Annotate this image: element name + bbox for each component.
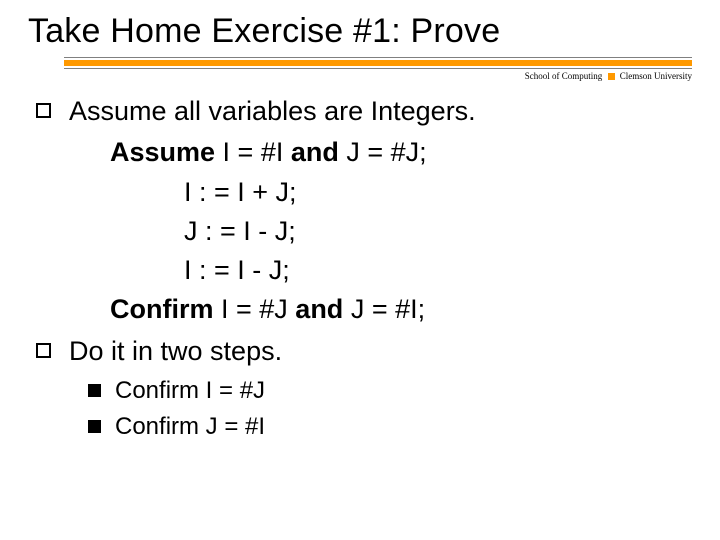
kw-assume: Assume: [110, 137, 215, 167]
code-line: Assume I = #I and J = #J;: [110, 133, 692, 172]
list-item: Confirm I = #J: [88, 374, 692, 408]
square-icon: [608, 73, 615, 80]
affiliation-left: School of Computing: [525, 71, 603, 81]
list-item: Confirm J = #I: [88, 410, 692, 444]
code-text: J = #J;: [339, 137, 427, 167]
sub-bullet-text: Confirm J = #I: [115, 410, 265, 444]
filled-square-icon: [88, 420, 101, 433]
outline-square-icon: [36, 103, 51, 118]
content: Assume all variables are Integers. Assum…: [28, 93, 692, 444]
code-line: J : = I - J;: [110, 212, 692, 251]
bullet-text: Do it in two steps.: [69, 333, 282, 369]
page-title: Take Home Exercise #1: Prove: [28, 12, 692, 51]
slide: Take Home Exercise #1: Prove School of C…: [0, 0, 720, 540]
title-divider: [64, 57, 692, 69]
list-item: Do it in two steps.: [36, 333, 692, 369]
bullet-text: Assume all variables are Integers.: [69, 93, 476, 129]
code-block: Assume I = #I and J = #J; I : = I + J; J…: [110, 133, 692, 329]
code-text: I = #J: [214, 294, 296, 324]
code-text: J = #I;: [343, 294, 425, 324]
affiliation: School of Computing Clemson University: [28, 71, 692, 81]
code-line: I : = I - J;: [110, 251, 692, 290]
affiliation-right: Clemson University: [620, 71, 692, 81]
code-line: I : = I + J;: [110, 173, 692, 212]
sub-bullet-text: Confirm I = #J: [115, 374, 265, 408]
list-item: Assume all variables are Integers.: [36, 93, 692, 129]
kw-and: and: [295, 294, 343, 324]
code-line: Confirm I = #J and J = #I;: [110, 290, 692, 329]
filled-square-icon: [88, 384, 101, 397]
code-text: I = #I: [215, 137, 291, 167]
kw-and: and: [291, 137, 339, 167]
kw-confirm: Confirm: [110, 294, 214, 324]
outline-square-icon: [36, 343, 51, 358]
